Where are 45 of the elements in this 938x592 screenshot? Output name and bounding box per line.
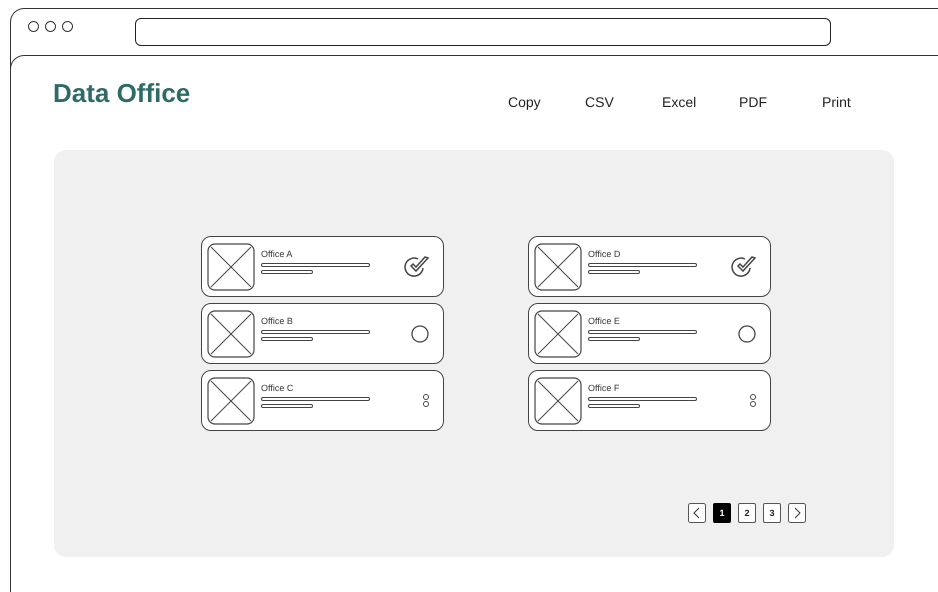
page-button[interactable]: 3 — [763, 503, 781, 523]
office-card[interactable]: Office E — [528, 303, 771, 364]
next-page-button[interactable] — [788, 503, 806, 523]
text-line-placeholder — [261, 337, 313, 341]
text-line-placeholder — [261, 404, 313, 408]
toolbar-link[interactable]: Copy — [508, 94, 585, 110]
text-line-placeholder — [588, 337, 640, 341]
previous-page-button[interactable] — [688, 503, 706, 523]
radio-button[interactable] — [410, 324, 430, 344]
text-line-placeholder — [261, 270, 313, 274]
text-line-placeholder — [588, 404, 640, 408]
page-button[interactable]: 1 — [713, 503, 731, 523]
image-placeholder — [207, 310, 255, 358]
office-card[interactable]: Office F — [528, 370, 771, 431]
office-card[interactable]: Office D — [528, 236, 771, 297]
office-card[interactable]: Office A — [201, 236, 444, 297]
page-button[interactable]: 2 — [738, 503, 756, 523]
toolbar-link[interactable]: Excel — [662, 94, 739, 110]
check-circle-icon[interactable] — [404, 254, 430, 278]
image-placeholder — [534, 376, 582, 424]
office-card[interactable]: Office B — [201, 303, 444, 364]
image-placeholder — [207, 376, 255, 424]
office-name: Office D — [588, 249, 622, 259]
office-name: Office F — [588, 383, 620, 393]
window-control-icon[interactable] — [62, 21, 73, 32]
toolbar-link[interactable]: Print — [822, 94, 899, 110]
radio-button[interactable] — [737, 324, 757, 344]
address-bar[interactable] — [135, 18, 831, 46]
check-circle-icon[interactable] — [731, 254, 757, 278]
toolbar-link[interactable]: CSV — [585, 94, 662, 110]
toolbar-link[interactable]: PDF — [739, 94, 822, 110]
window-control-icon[interactable] — [45, 21, 56, 32]
office-name: Office E — [588, 316, 621, 326]
office-name: Office A — [261, 249, 294, 259]
office-card[interactable]: Office C — [201, 370, 444, 431]
image-placeholder — [207, 242, 255, 290]
more-icon[interactable] — [422, 392, 430, 408]
text-line-placeholder — [588, 270, 640, 274]
image-placeholder — [534, 242, 582, 290]
office-name: Office C — [261, 383, 294, 393]
office-name: Office B — [261, 316, 294, 326]
app-title: Data Office — [53, 78, 192, 109]
window-control-icon[interactable] — [28, 21, 39, 32]
more-icon[interactable] — [749, 392, 757, 408]
image-placeholder — [534, 310, 582, 358]
